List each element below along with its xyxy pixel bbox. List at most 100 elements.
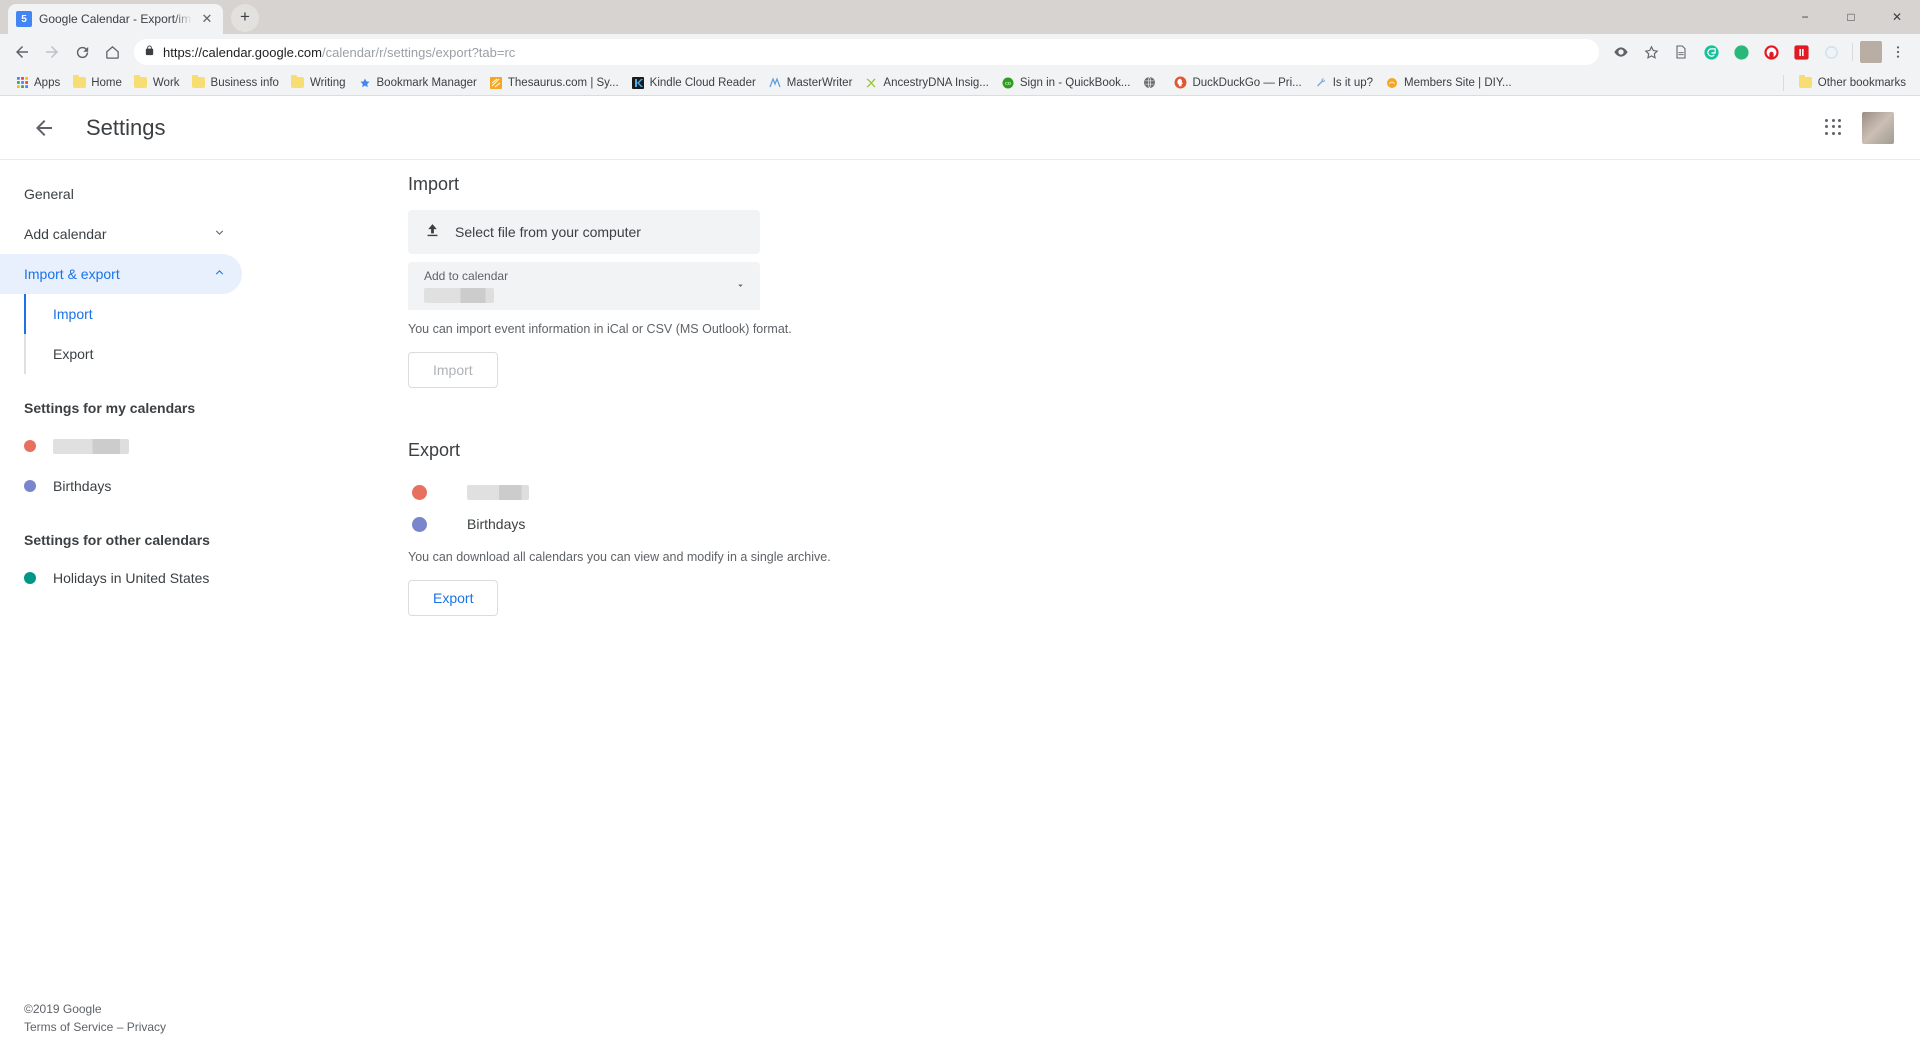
bookmark-masterwriter[interactable]: MasterWriter	[762, 74, 859, 92]
sidebar-item-add-calendar[interactable]: Add calendar	[0, 214, 242, 254]
close-window-icon[interactable]: ✕	[1874, 0, 1920, 34]
pocket-icon[interactable]	[1787, 38, 1815, 66]
sidebar-item-general[interactable]: General	[0, 174, 242, 214]
privacy-link[interactable]: Privacy	[127, 1020, 166, 1034]
url-host: https://calendar.google.com	[163, 44, 322, 60]
terms-of-service-link[interactable]: Terms of Service	[24, 1020, 113, 1034]
svg-text:co: co	[1005, 81, 1011, 87]
folder-icon	[1799, 75, 1813, 90]
bookmark-kindle-cloud-reader[interactable]: Kindle Cloud Reader	[625, 74, 762, 92]
star-icon	[358, 76, 372, 90]
bookmark-label: Business info	[210, 76, 279, 89]
globe-icon	[1142, 76, 1156, 90]
sidebar-item-import[interactable]: Import	[24, 294, 408, 334]
adblock-icon[interactable]	[1757, 38, 1785, 66]
select-file-label: Select file from your computer	[455, 224, 641, 240]
bookmark-duckduckgo[interactable]: DuckDuckGo — Pri...	[1167, 74, 1307, 92]
folder-icon	[291, 75, 305, 90]
chevron-down-icon[interactable]	[735, 280, 746, 294]
sidebar-item-label: General	[24, 186, 74, 202]
export-helper-text: You can download all calendars you can v…	[408, 550, 831, 564]
bookmark-label: Apps	[34, 76, 61, 89]
settings-sidebar: General Add calendar Import & export Imp…	[0, 160, 408, 1049]
import-section: Import Select file from your computer Ad…	[408, 174, 1920, 388]
bookmark-apps[interactable]: Apps	[9, 74, 66, 92]
calendar-color-dot	[24, 480, 36, 492]
export-heading: Export	[408, 440, 461, 460]
folder-icon	[72, 75, 86, 90]
back-arrow-icon[interactable]	[20, 104, 68, 152]
chrome-menu-icon[interactable]	[1884, 38, 1912, 66]
other-bookmarks-group: Other bookmarks	[1782, 74, 1912, 92]
wrench-icon	[1314, 76, 1328, 90]
bookmark-work[interactable]: Work	[128, 74, 186, 92]
google-apps-icon[interactable]	[1814, 108, 1854, 148]
bookmark-globe[interactable]	[1136, 74, 1167, 92]
select-file-button[interactable]: Select file from your computer	[408, 210, 760, 254]
bookmarks-divider	[1782, 74, 1784, 91]
bookmark-bookmark-manager[interactable]: Bookmark Manager	[352, 74, 483, 92]
export-button[interactable]: Export	[408, 580, 499, 616]
sidebar-item-import-export[interactable]: Import & export	[0, 254, 242, 294]
settings-header: Settings	[0, 96, 1920, 160]
bookmark-other-bookmarks[interactable]: Other bookmarks	[1793, 74, 1912, 92]
back-icon[interactable]	[8, 38, 36, 66]
profile-avatar[interactable]	[1860, 41, 1882, 63]
bookmark-members-site[interactable]: Members Site | DIY...	[1379, 74, 1518, 92]
circle-loading-icon[interactable]	[1817, 38, 1845, 66]
bookmark-label: Kindle Cloud Reader	[649, 76, 756, 89]
calendar-color-dot	[24, 440, 36, 452]
kindle-icon	[631, 76, 645, 90]
bookmark-label: Is it up?	[1332, 76, 1374, 89]
sidebar-item-export[interactable]: Export	[24, 334, 408, 374]
new-tab-button[interactable]: +	[231, 4, 259, 32]
export-section: Export Birthdays You can download all ca…	[408, 440, 1920, 616]
close-icon[interactable]: ✕	[199, 11, 215, 27]
bookmark-home[interactable]: Home	[66, 74, 128, 92]
sidebar-calendar-item-holidays[interactable]: Holidays in United States	[0, 558, 408, 598]
calendar-name-label: Holidays in United States	[53, 570, 210, 586]
duckduckgo-icon	[1173, 76, 1187, 90]
bookmark-label: Writing	[309, 76, 346, 89]
home-icon[interactable]	[98, 38, 126, 66]
quickbooks-icon: co	[1001, 76, 1015, 90]
bookmark-label: Work	[152, 76, 180, 89]
bookmark-writing[interactable]: Writing	[285, 74, 352, 92]
bookmark-label: DuckDuckGo — Pri...	[1192, 76, 1302, 89]
minimize-icon[interactable]: −	[1782, 0, 1828, 34]
bookmark-quickbooks[interactable]: co Sign in - QuickBook...	[995, 74, 1137, 92]
add-to-calendar-value-redacted	[424, 288, 494, 303]
avatar[interactable]	[1862, 111, 1894, 144]
grammarly-icon[interactable]	[1697, 38, 1725, 66]
bookmarks-bar: Apps Home Work Business info Writing Boo…	[0, 70, 1920, 96]
import-button[interactable]: Import	[408, 352, 498, 388]
reload-icon[interactable]	[68, 38, 96, 66]
bookmark-thesaurus[interactable]: Thesaurus.com | Sy...	[483, 74, 625, 92]
sidebar-calendar-item-birthdays[interactable]: Birthdays	[0, 466, 408, 506]
bookmark-is-it-up[interactable]: Is it up?	[1308, 74, 1379, 92]
upload-icon	[424, 222, 441, 242]
sidebar-calendar-item[interactable]	[0, 426, 408, 466]
url-path: /calendar/r/settings/export?tab=rc	[322, 44, 516, 60]
toolbar-divider	[1852, 43, 1853, 61]
bookmark-ancestrydna[interactable]: AncestryDNA Insig...	[858, 74, 994, 92]
export-calendar-name-redacted	[467, 484, 529, 500]
bookmark-business-info[interactable]: Business info	[186, 74, 285, 92]
reader-icon[interactable]	[1667, 38, 1695, 66]
thesaurus-icon	[489, 76, 503, 90]
eye-icon[interactable]	[1607, 38, 1635, 66]
browser-toolbar: https://calendar.google.com/calendar/r/s…	[0, 34, 1920, 70]
green-bubble-icon[interactable]	[1727, 38, 1755, 66]
lock-icon	[144, 44, 155, 60]
browser-tab[interactable]: 5 Google Calendar - Export/import ✕	[8, 4, 223, 34]
calendar-color-dot	[24, 572, 36, 584]
calendar-color-dot	[412, 516, 427, 532]
add-to-calendar-select[interactable]: Add to calendar	[408, 262, 760, 310]
page-footer: ©2019 Google Terms of Service – Privacy	[24, 1000, 166, 1036]
address-bar[interactable]: https://calendar.google.com/calendar/r/s…	[134, 39, 1599, 65]
bookmark-label: Other bookmarks	[1817, 76, 1906, 89]
calendar-color-dot	[412, 484, 427, 500]
forward-icon[interactable]	[38, 38, 66, 66]
maximize-icon[interactable]: □	[1828, 0, 1874, 34]
star-icon[interactable]	[1637, 38, 1665, 66]
